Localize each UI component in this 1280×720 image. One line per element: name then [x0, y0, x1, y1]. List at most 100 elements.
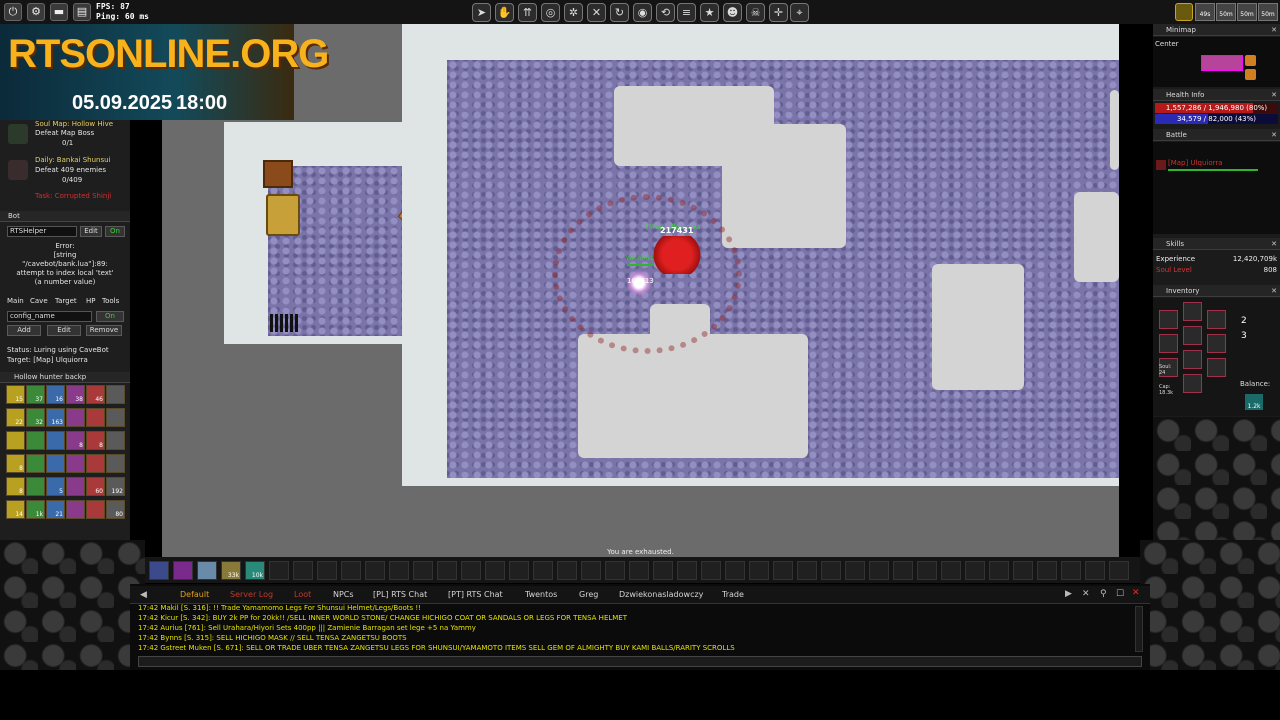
hotbar-slot[interactable]: [389, 561, 409, 580]
next-tab-icon[interactable]: ▶: [1065, 589, 1072, 599]
close-channel-icon[interactable]: ✕: [1082, 589, 1090, 599]
backpack-slot[interactable]: 22: [6, 408, 25, 427]
minimap[interactable]: Center: [1153, 37, 1280, 87]
add-button[interactable]: Add: [7, 325, 41, 336]
hotbar-slot[interactable]: [797, 561, 817, 580]
backpack-slot[interactable]: [26, 454, 45, 473]
hotbar-slot[interactable]: [605, 561, 625, 580]
backpack-slot[interactable]: 38: [66, 385, 85, 404]
hotbar-slot[interactable]: [485, 561, 505, 580]
chat-input[interactable]: [138, 656, 1142, 667]
backpack-slot[interactable]: 16: [46, 385, 65, 404]
hotbar-slot[interactable]: [1013, 561, 1033, 580]
hotbar-slot[interactable]: [821, 561, 841, 580]
hotbar-slot[interactable]: [941, 561, 961, 580]
hotbar-slot[interactable]: [677, 561, 697, 580]
hotbar-slot[interactable]: 33k: [221, 561, 241, 580]
hotbar-slot[interactable]: [725, 561, 745, 580]
chat-tab-default[interactable]: Default: [180, 588, 209, 602]
backpack-slot[interactable]: 60: [86, 477, 105, 496]
hand-icon[interactable]: ✋: [495, 3, 514, 22]
backpack-slot[interactable]: [26, 431, 45, 450]
hotbar-slot[interactable]: [341, 561, 361, 580]
inventory-slot[interactable]: [1207, 334, 1226, 353]
hotbar-slot[interactable]: [365, 561, 385, 580]
inventory-slot[interactable]: [1207, 358, 1226, 377]
chat-tab-npcs[interactable]: NPCs: [333, 588, 354, 602]
bot-config-select[interactable]: RTSHelper: [7, 226, 77, 237]
config-on-toggle[interactable]: On: [96, 311, 124, 322]
prev-tab-icon[interactable]: ◀: [140, 590, 147, 600]
chat-tab-pt-rts-chat[interactable]: [PT] RTS Chat: [448, 588, 503, 602]
backpack-slot[interactable]: 5: [46, 477, 65, 496]
hotbar-slot[interactable]: [557, 561, 577, 580]
buff-icon[interactable]: [1175, 3, 1193, 21]
hotbar-slot[interactable]: [893, 561, 913, 580]
inventory-slot[interactable]: [1207, 310, 1226, 329]
backpack-slot[interactable]: 8: [6, 454, 25, 473]
backpack-slot[interactable]: [6, 431, 25, 450]
hotbar-slot[interactable]: [293, 561, 313, 580]
inventory-slot[interactable]: [1183, 302, 1202, 321]
ignore-icon[interactable]: ⚲: [1100, 589, 1107, 599]
backpack-slot[interactable]: [46, 454, 65, 473]
inventory-slot[interactable]: [1183, 374, 1202, 393]
battle-entry-name[interactable]: [Map] Ulquiorra: [1168, 159, 1223, 167]
chat-tab-dzwiekonasladowczy[interactable]: Dzwiekonasladowczy: [619, 588, 703, 602]
backpack-slot[interactable]: [66, 500, 85, 519]
hotbar-slot[interactable]: [197, 561, 217, 580]
close-icon[interactable]: ✕: [1271, 89, 1277, 101]
hotbar-slot[interactable]: [965, 561, 985, 580]
backpack-slot[interactable]: [66, 477, 85, 496]
refresh-icon[interactable]: ↻: [610, 3, 629, 22]
list-icon[interactable]: ≡: [677, 3, 696, 22]
mask-icon[interactable]: ☻: [723, 3, 742, 22]
hotbar-slot[interactable]: [653, 561, 673, 580]
logout-icon[interactable]: ⏻: [4, 3, 22, 21]
backpack-slot[interactable]: 8: [86, 431, 105, 450]
bot-tab-main[interactable]: Main: [7, 297, 24, 305]
hotbar-slot[interactable]: [845, 561, 865, 580]
settings-icon[interactable]: ⚙: [27, 3, 45, 21]
inventory-slot[interactable]: [1159, 310, 1178, 329]
arrow-icon[interactable]: ➤: [472, 3, 491, 22]
refresh2-icon[interactable]: ⟲: [656, 3, 675, 22]
hotbar-slot[interactable]: [1061, 561, 1081, 580]
backpack-slot[interactable]: [66, 454, 85, 473]
bot-edit-button[interactable]: Edit: [80, 226, 102, 237]
bot-tab-tools[interactable]: Tools: [102, 297, 119, 305]
inventory-slot[interactable]: [1183, 326, 1202, 345]
crosshair-icon[interactable]: ✛: [769, 3, 788, 22]
zoom-out-icon[interactable]: [1245, 69, 1256, 80]
inventory-slot[interactable]: [1183, 350, 1202, 369]
close-icon[interactable]: ✕: [1271, 24, 1277, 36]
hotbar-slot[interactable]: [629, 561, 649, 580]
star-icon[interactable]: ★: [700, 3, 719, 22]
swirl-icon[interactable]: ◎: [541, 3, 560, 22]
remove-button[interactable]: Remove: [86, 325, 122, 336]
bot-tab-target[interactable]: Target: [55, 297, 77, 305]
hotbar-slot[interactable]: [917, 561, 937, 580]
options-icon[interactable]: ☐: [1116, 589, 1124, 599]
zoom-in-icon[interactable]: [1245, 55, 1256, 66]
golden-throne[interactable]: [266, 194, 300, 236]
hotbar-slot[interactable]: [173, 561, 193, 580]
minimap-center-button[interactable]: Center: [1155, 40, 1179, 48]
hotbar-slot[interactable]: [269, 561, 289, 580]
backpack-slot[interactable]: 192: [106, 477, 125, 496]
hotbar-slot[interactable]: [1037, 561, 1057, 580]
chest[interactable]: [263, 160, 293, 188]
gauge-icon[interactable]: ◉: [633, 3, 652, 22]
close-chat-icon[interactable]: ✕: [1132, 588, 1140, 598]
backpack-slot[interactable]: 163: [46, 408, 65, 427]
skull-icon[interactable]: ☠: [746, 3, 765, 22]
backpack-slot[interactable]: 8: [66, 431, 85, 450]
boss-creature[interactable]: [650, 236, 704, 274]
close-icon[interactable]: ✕: [1271, 238, 1277, 250]
target-icon[interactable]: ⌖: [790, 3, 809, 22]
hotbar-slot[interactable]: [1109, 561, 1129, 580]
backpack-slot[interactable]: [106, 408, 125, 427]
gears-icon[interactable]: ✲: [564, 3, 583, 22]
hotbar-slot[interactable]: [461, 561, 481, 580]
hotbar-slot[interactable]: [533, 561, 553, 580]
